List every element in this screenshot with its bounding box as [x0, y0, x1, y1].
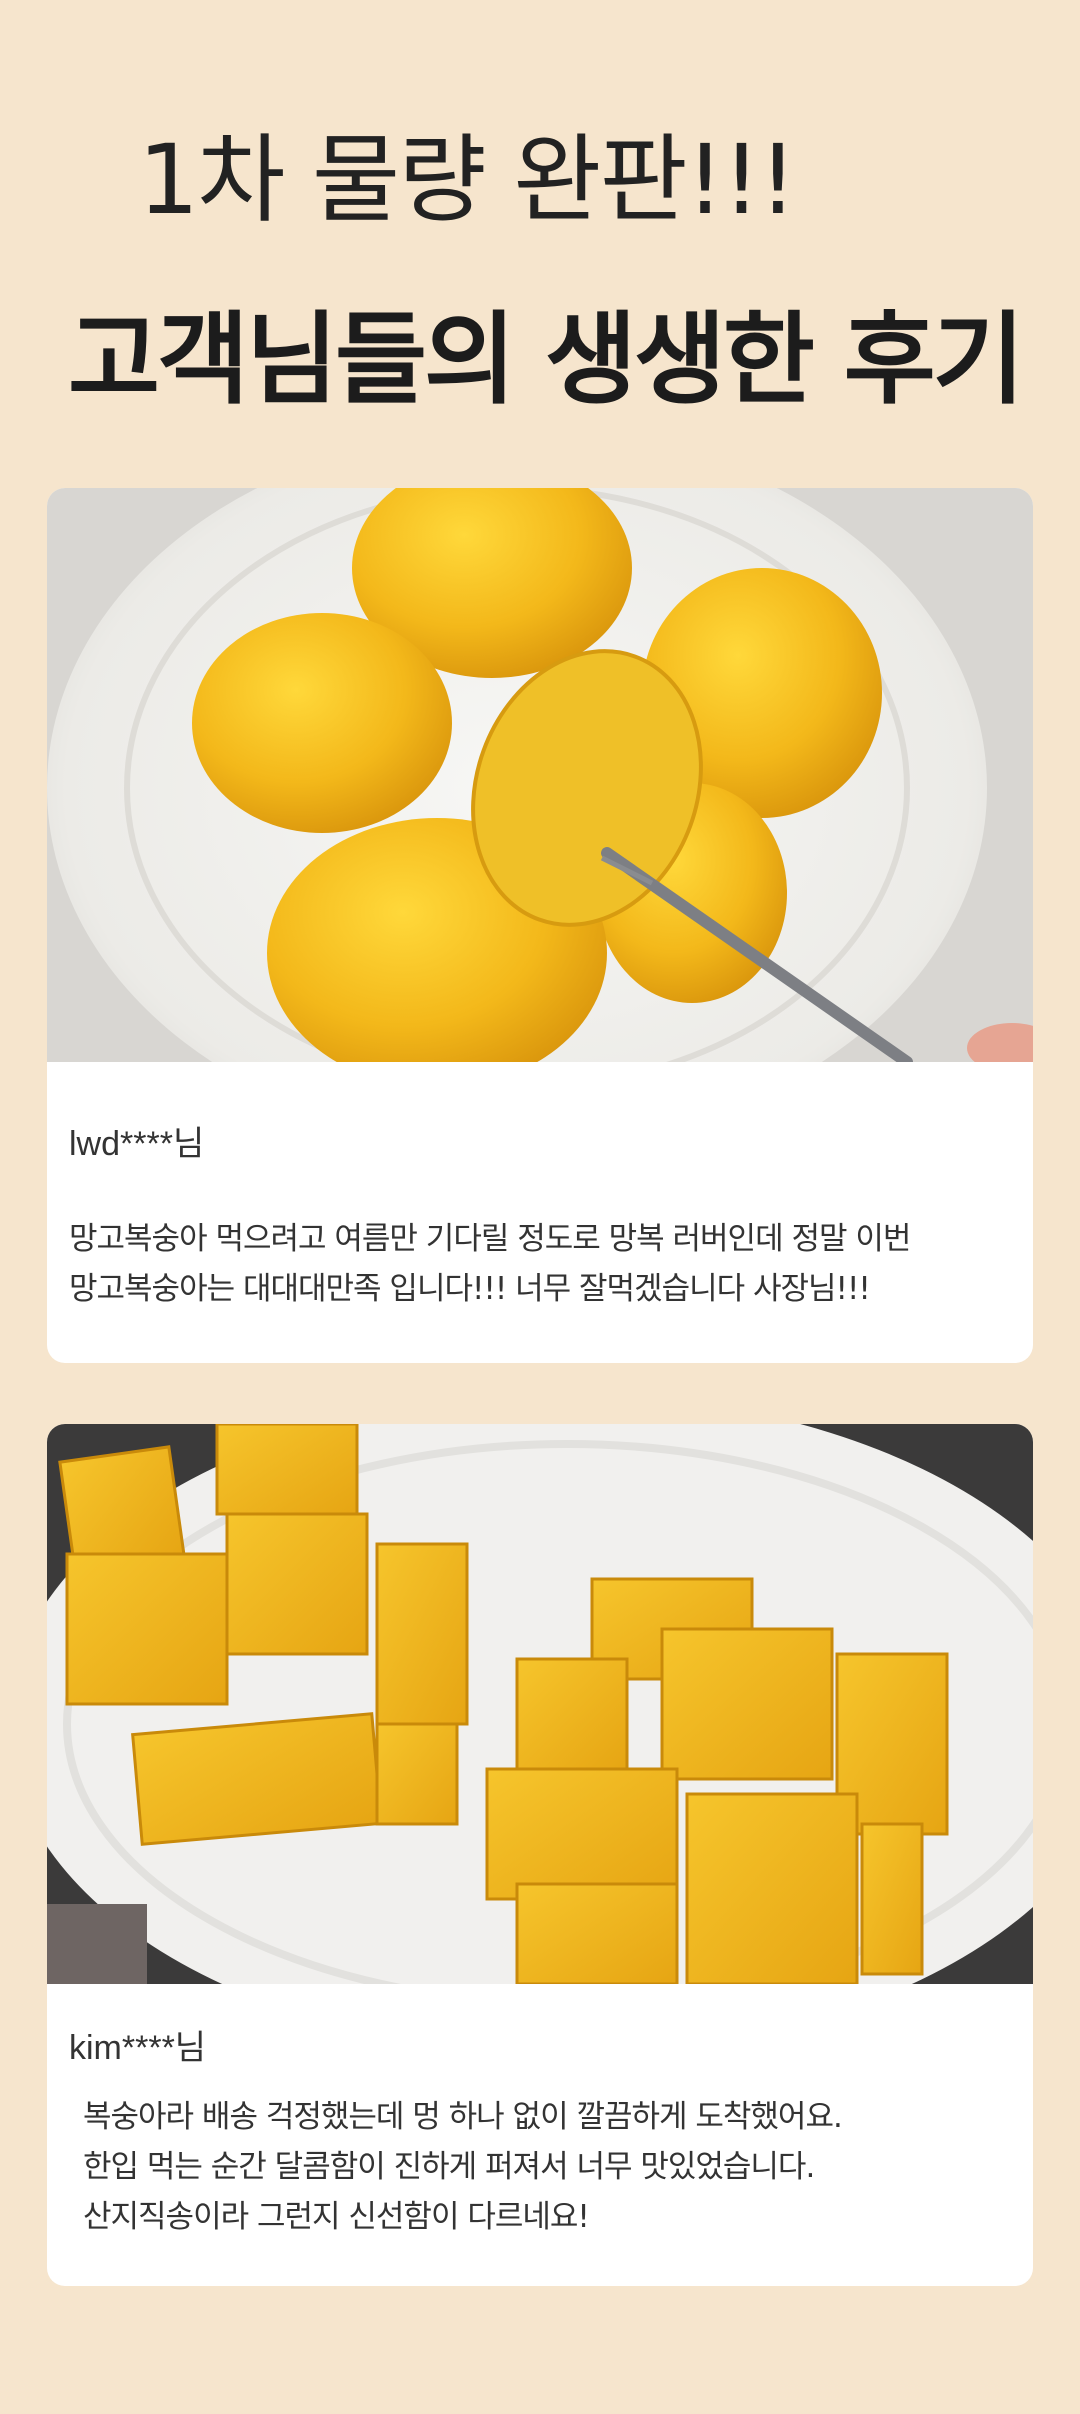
- review-line: 복숭아라 배송 걱정했는데 멍 하나 없이 깔끔하게 도착했어요.: [83, 2099, 843, 2135]
- cubed-mango-photo: [47, 1424, 1033, 1984]
- peeled-peaches-photo: [47, 488, 1033, 1062]
- review-card: lwd****님 망고복숭아 먹으려고 여름만 기다릴 정도로 망복 러버인데 …: [47, 488, 1033, 1363]
- review-line: 한입 먹는 순간 달콤함이 진하게 퍼져서 너무 맛있었습니다.: [83, 2149, 815, 2185]
- reviewer-name: lwd****님: [69, 1125, 205, 1163]
- page-title: 고객님들의 생생한 후기: [68, 301, 1025, 418]
- review-text: 망고복숭아 먹으려고 여름만 기다릴 정도로 망복 러버인데 정말 이번 망고복…: [69, 1214, 911, 1314]
- review-line: 망고복숭아는 대대대만족 입니다!!! 너무 잘먹겠습니다 사장님!!!: [69, 1271, 871, 1307]
- reviewer-name: kim****님: [69, 2029, 207, 2067]
- review-line: 망고복숭아 먹으려고 여름만 기다릴 정도로 망복 러버인데 정말 이번: [69, 1221, 911, 1257]
- review-text: 복숭아라 배송 걱정했는데 멍 하나 없이 깔끔하게 도착했어요. 한입 먹는 …: [83, 2092, 843, 2242]
- subtitle: 1차 물량 완판!!!: [138, 124, 797, 236]
- review-card: kim****님 복숭아라 배송 걱정했는데 멍 하나 없이 깔끔하게 도착했어…: [47, 1424, 1033, 2286]
- review-line: 산지직송이라 그런지 신선함이 다르네요!: [83, 2199, 590, 2235]
